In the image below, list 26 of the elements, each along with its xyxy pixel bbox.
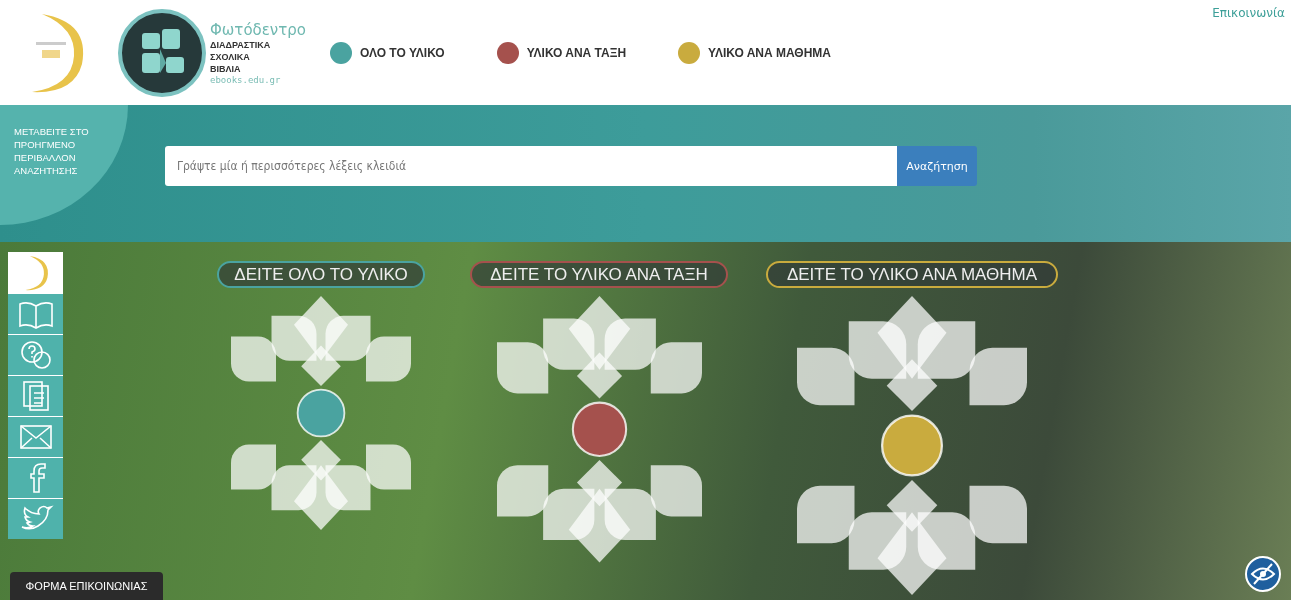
nav-link[interactable]: ΥΛΙΚΟ ΑΝΑ ΤΑΞΗ bbox=[496, 41, 627, 64]
crescent-logo-icon[interactable] bbox=[8, 252, 63, 293]
brand-url: ebooks.edu.gr bbox=[210, 74, 282, 85]
search-button[interactable]: Αναζήτηση bbox=[897, 146, 977, 186]
section-link[interactable]: ΔΕΙΤΕ ΤΟ ΥΛΙΚΟ ΑΝΑ ΜΑΘΗΜΑ bbox=[766, 261, 1058, 288]
facebook-icon[interactable] bbox=[8, 457, 63, 498]
question-chat-icon[interactable] bbox=[8, 334, 63, 375]
brand-title: Φωτόδεντρο bbox=[210, 20, 306, 39]
brand-subtitle: ΒΙΒΛΙΑ bbox=[210, 62, 242, 75]
book-icon[interactable] bbox=[8, 293, 63, 334]
nav-link[interactable]: ΟΛΟ ΤΟ ΥΛΙΚΟ bbox=[330, 41, 445, 64]
contact-form-tab[interactable]: ΦΟΡΜΑ ΕΠΙΚΟΙΝΩΝΙΑΣ bbox=[10, 572, 163, 600]
twitter-icon[interactable] bbox=[8, 498, 63, 539]
documents-icon[interactable] bbox=[8, 375, 63, 416]
mail-icon[interactable] bbox=[8, 416, 63, 457]
nav-link[interactable]: ΥΛΙΚΟ ΑΝΑ ΜΑΘΗΜΑ bbox=[678, 41, 831, 64]
tree-logo-icon[interactable] bbox=[118, 8, 206, 97]
brand-subtitle: ΣΧΟΛΙΚΑ bbox=[210, 50, 251, 63]
brand-subtitle: ΔΙΑΔΡΑΣΤΙΚΑ bbox=[210, 38, 272, 51]
flower-drawing[interactable] bbox=[797, 296, 1027, 595]
hidden-eye-icon[interactable] bbox=[1245, 556, 1281, 592]
search-field[interactable]: Γράψτε μία ή περισσότερες λέξεις κλειδιά bbox=[165, 146, 897, 186]
flower-drawing[interactable] bbox=[496, 296, 702, 563]
section-link[interactable]: ΔΕΙΤΕ ΤΟ ΥΛΙΚΟ ΑΝΑ ΤΑΞΗ bbox=[470, 261, 728, 288]
section-link[interactable]: ΔΕΙΤΕ ΟΛΟ ΤΟ ΥΛΙΚΟ bbox=[217, 261, 425, 288]
flower-drawing[interactable] bbox=[231, 296, 411, 530]
